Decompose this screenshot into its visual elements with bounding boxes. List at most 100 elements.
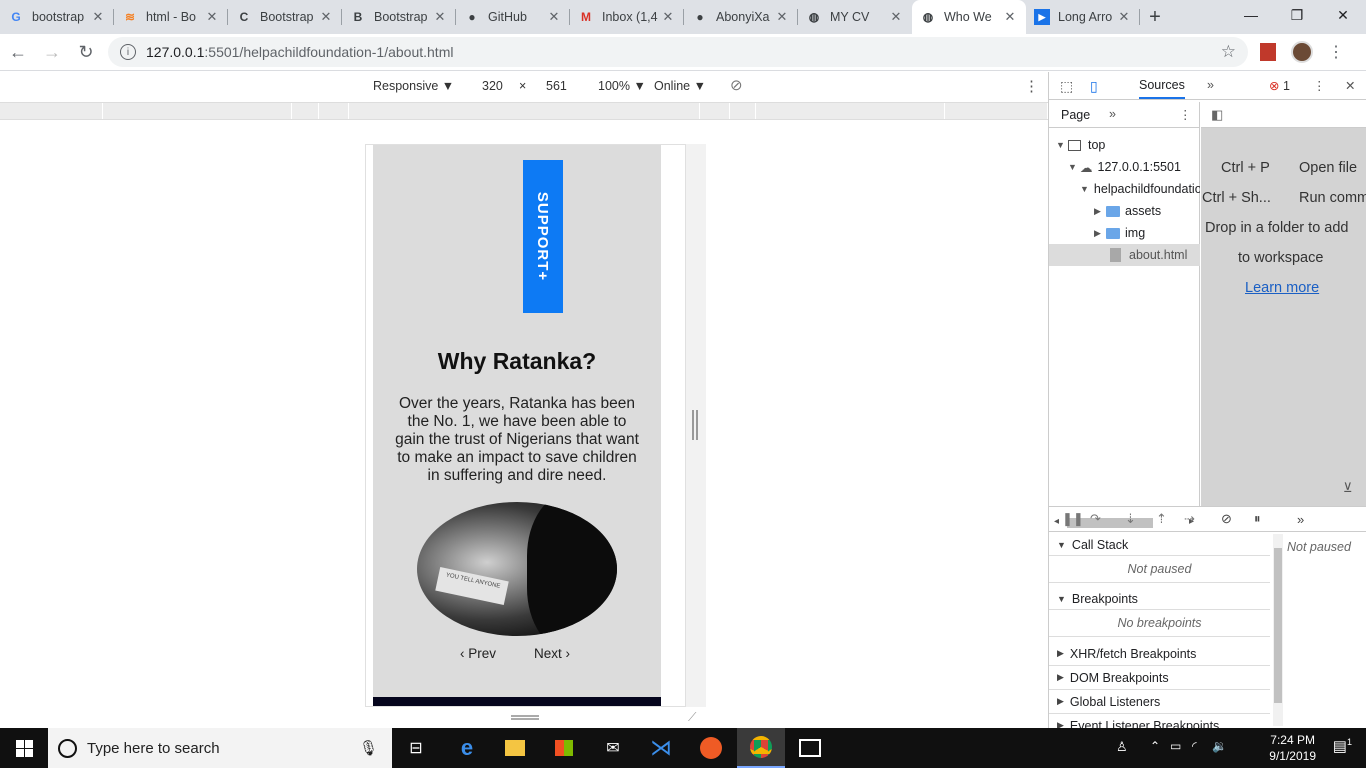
resize-handle-vertical[interactable] [692,410,698,440]
tab-who-we[interactable]: ◍ Who We ✕ [912,0,1026,34]
network-throttle-select[interactable]: Online ▼ [654,79,706,93]
tab-bootstrap-c[interactable]: C Bootstrap ✕ [228,0,342,34]
postman-icon[interactable] [687,728,735,768]
toggle-navigator-icon[interactable]: ◧ [1211,107,1223,123]
zoom-select[interactable]: 100% ▼ [598,79,646,93]
close-icon[interactable]: ✕ [432,9,448,25]
more-navigator-tabs-icon[interactable]: » [1109,107,1116,121]
tab-long-arrow[interactable]: ▶ Long Arro ✕ [1026,0,1140,34]
new-tab-button[interactable]: + [1140,0,1170,34]
avatar[interactable] [1288,38,1316,66]
bookmark-star-icon[interactable]: ☆ [1221,42,1236,62]
wifi-icon[interactable]: ◜ [1192,739,1197,753]
close-icon[interactable]: ✕ [1002,9,1018,25]
chevron-up-icon[interactable]: ⌃ [1150,739,1160,753]
maximize-icon[interactable]: ❐ [1274,0,1320,30]
tree-item-img[interactable]: ▶ img [1049,222,1200,244]
more-tabs-icon[interactable]: » [1207,78,1214,92]
minimize-icon[interactable]: — [1228,0,1274,30]
tab-gmail-inbox[interactable]: M Inbox (1,4 ✕ [570,0,684,34]
tab-bootstrap-google[interactable]: G bootstrap ✕ [0,0,114,34]
close-icon[interactable]: ✕ [1116,9,1132,25]
close-icon[interactable]: ✕ [888,9,904,25]
people-icon[interactable]: ♙ [1116,739,1128,755]
carousel-prev-button[interactable]: ‹ Prev [460,646,496,661]
close-icon[interactable]: ✕ [318,9,334,25]
reload-icon[interactable]: ↻ [70,36,102,68]
mail-icon[interactable]: ✉ [589,728,637,768]
tree-item-about-html[interactable]: about.html [1049,244,1200,266]
notifications-icon[interactable]: ▤1 [1333,737,1352,755]
step-over-icon[interactable]: ↷ [1090,511,1101,527]
rotate-icon[interactable]: ⊘ [730,76,743,94]
carousel-next-button[interactable]: Next › [534,646,570,661]
microphone-icon[interactable]: 🎙 [359,739,378,757]
tab-html-stackoverflow[interactable]: ≋ html - Bo ✕ [114,0,228,34]
info-icon[interactable]: i [120,44,136,60]
tab-my-cv[interactable]: ◍ MY CV ✕ [798,0,912,34]
pause-on-exceptions-icon[interactable]: ⏸ [1254,511,1261,527]
tab-bootstrap-b[interactable]: B Bootstrap ✕ [342,0,456,34]
close-window-icon[interactable]: ✕ [1320,0,1366,30]
device-more-icon[interactable]: ⋮ [1024,77,1039,95]
menu-kebab-icon[interactable]: ⋮ [1322,38,1350,66]
devtools-close-icon[interactable]: ✕ [1345,78,1355,93]
tree-item-origin[interactable]: ▼ ☁ 127.0.0.1:5501 [1049,156,1200,178]
back-icon[interactable]: ← [2,36,34,68]
tree-item-project[interactable]: ▼helpachildfoundation-1 [1049,178,1200,200]
device-mode-select[interactable]: Responsive ▼ [373,79,454,93]
global-listeners-header[interactable]: ▶ Global Listeners [1049,690,1270,714]
taskbar-clock[interactable]: 7:24 PM 9/1/2019 [1269,732,1316,764]
close-icon[interactable]: ✕ [546,9,562,25]
viewport-height-input[interactable]: 561 [546,79,567,93]
tab-abonyixa[interactable]: ● AbonyiXa ✕ [684,0,798,34]
close-icon[interactable]: ✕ [774,9,790,25]
support-button[interactable]: SUPPORT+ [523,160,563,313]
address-bar[interactable]: i 127.0.0.1:5501/helpachildfoundation-1/… [108,37,1248,67]
photos-icon[interactable] [786,728,834,768]
battery-icon[interactable]: ▭ [1170,739,1181,753]
pdf-extension-icon[interactable] [1254,38,1282,66]
sidebar-scrollbar[interactable] [1273,534,1283,726]
tree-item-top[interactable]: ▼ top [1049,134,1200,156]
deactivate-breakpoints-icon[interactable]: ⊘ [1221,511,1232,527]
learn-more-link[interactable]: Learn more [1245,280,1319,296]
tree-item-assets[interactable]: ▶ assets [1049,200,1200,222]
chrome-icon[interactable] [737,728,785,768]
step-into-icon[interactable]: ⇣ [1125,511,1136,527]
breakpoints-header[interactable]: ▼ Breakpoints [1049,588,1270,610]
resize-handle-horizontal[interactable] [511,715,539,720]
viewport-width-input[interactable]: 320 [482,79,503,93]
taskbar-search-input[interactable]: Type here to search 🎙 [48,728,392,768]
tab-github[interactable]: ● GitHub ✕ [456,0,570,34]
step-icon[interactable]: ⇢ [1184,511,1195,527]
forward-icon[interactable]: → [36,36,68,68]
more-panes-icon[interactable]: » [1297,512,1304,527]
error-badge[interactable]: ⊗ 1 [1269,78,1290,93]
close-icon[interactable]: ✕ [660,9,676,25]
call-stack-header[interactable]: ▼ Call Stack [1049,534,1270,556]
event-listener-header[interactable]: ▶ Event Listener Breakpoints [1049,714,1270,729]
tab-page[interactable]: Page [1061,108,1090,122]
device-toggle-icon[interactable]: ▯ [1090,78,1098,95]
file-explorer-icon[interactable] [491,728,539,768]
toggle-drawer-icon[interactable]: ⊻ [1343,480,1353,496]
close-icon[interactable]: ✕ [90,9,106,25]
inspect-element-icon[interactable]: ⬚ [1060,78,1073,95]
media-query-ruler[interactable] [0,102,1048,120]
close-icon[interactable]: ✕ [204,9,220,25]
scroll-thumb[interactable] [1274,548,1282,703]
xhr-breakpoints-header[interactable]: ▶ XHR/fetch Breakpoints [1049,642,1270,666]
edge-icon[interactable]: e [443,728,491,768]
vscode-icon[interactable]: ⋊ [637,728,685,768]
store-icon[interactable] [540,728,588,768]
navigator-menu-icon[interactable]: ⋮ [1179,107,1192,122]
pause-icon[interactable]: ❚❚ [1062,511,1084,527]
task-view-icon[interactable]: ⊟ [392,728,440,768]
tab-sources[interactable]: Sources [1139,78,1185,99]
devtools-menu-icon[interactable]: ⋮ [1313,78,1326,93]
windows-start-icon[interactable] [0,728,48,768]
volume-icon[interactable]: 🔉 [1212,739,1227,753]
dom-breakpoints-header[interactable]: ▶ DOM Breakpoints [1049,666,1270,690]
resize-corner-icon[interactable]: ⟋ [688,710,696,725]
